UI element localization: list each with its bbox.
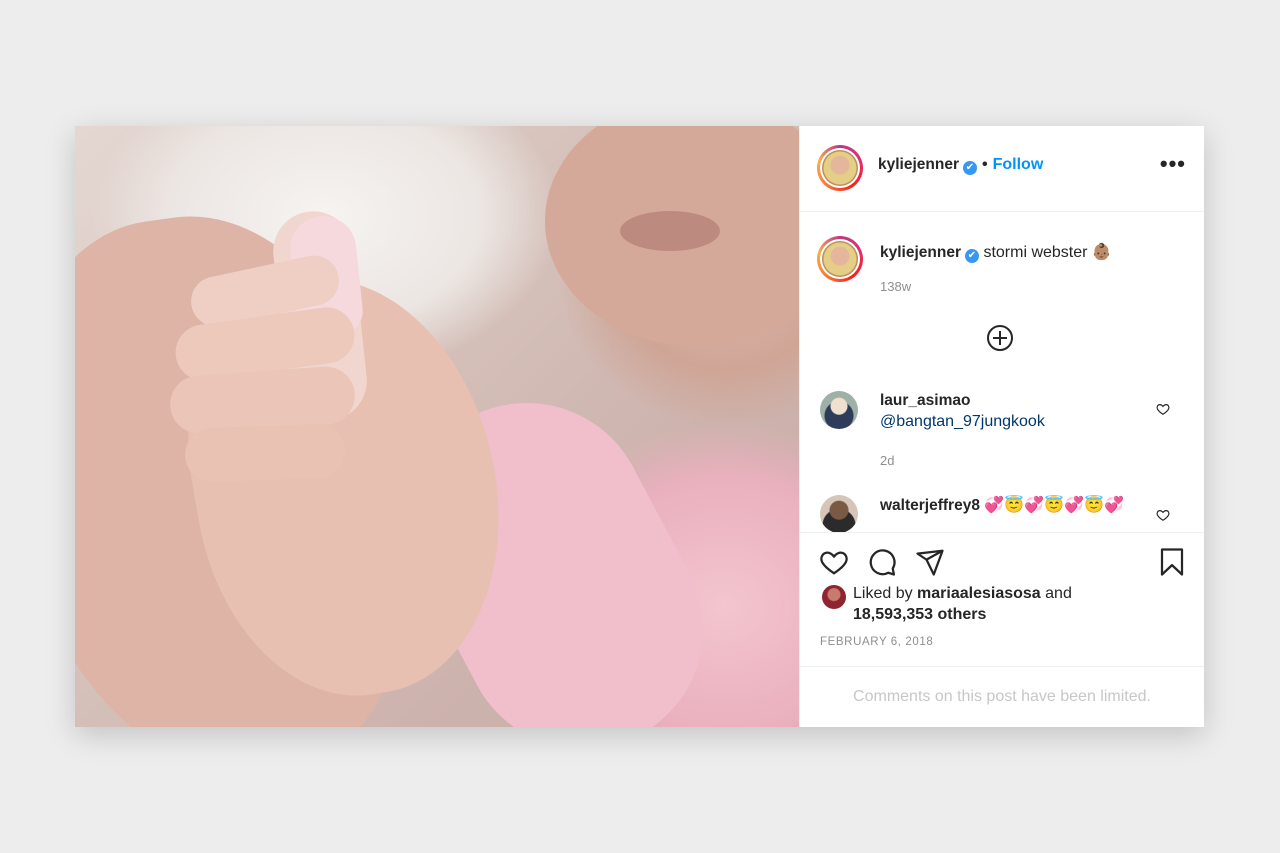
comment-icon[interactable] — [867, 547, 897, 577]
comment: laur_asimao @bangtan_97jungkook — [880, 390, 1045, 432]
heart-icon[interactable] — [1156, 508, 1170, 522]
share-icon[interactable] — [915, 547, 945, 577]
comment: walterjeffrey8 💞😇💞😇💞😇💞 — [880, 495, 1124, 516]
caption-text: stormi webster 👶🏽 — [983, 244, 1112, 261]
liker-username[interactable]: mariaalesiasosa — [917, 585, 1041, 602]
bookmark-icon[interactable] — [1157, 547, 1187, 577]
comment-text: 💞😇💞😇💞😇💞 — [984, 497, 1124, 514]
likes-text: Liked by mariaalesiasosa and 18,593,353 … — [853, 583, 1072, 625]
separator-dot: • — [982, 156, 988, 173]
comment-age: 2d — [880, 453, 895, 468]
photo-finger-4 — [184, 423, 346, 483]
caption: kyliejenner ✔ stormi webster 👶🏽 — [880, 242, 1112, 263]
like-heart-icon[interactable] — [819, 547, 849, 577]
post-date[interactable]: FEBRUARY 6, 2018 — [800, 631, 1204, 667]
comments-area[interactable]: kyliejenner ✔ stormi webster 👶🏽 138w laur… — [800, 212, 1204, 533]
post-header: kyliejenner ✔ • Follow ••• — [800, 126, 1204, 212]
comment-avatar[interactable] — [820, 391, 858, 429]
author-username[interactable]: kyliejenner — [878, 156, 959, 173]
likes-count[interactable]: 18,593,353 others — [853, 606, 986, 623]
comment-username[interactable]: laur_asimao — [880, 390, 1045, 411]
author-avatar[interactable] — [817, 145, 863, 191]
verified-icon: ✔ — [963, 161, 977, 175]
likes-conj: and — [1045, 585, 1072, 602]
likes-prefix: Liked by — [853, 585, 913, 602]
comment-text[interactable]: @bangtan_97jungkook — [880, 411, 1045, 432]
verified-icon: ✔ — [965, 249, 979, 263]
likes-summary: Liked by mariaalesiasosa and 18,593,353 … — [800, 581, 1204, 631]
action-bar — [800, 533, 1204, 581]
author-line: kyliejenner ✔ • Follow — [878, 156, 1043, 175]
follow-button[interactable]: Follow — [993, 156, 1044, 173]
liker-avatar[interactable] — [822, 585, 846, 609]
post-sidebar: kyliejenner ✔ • Follow ••• kyliejenner ✔ sto… — [799, 126, 1204, 727]
avatar-image — [822, 241, 858, 277]
heart-icon[interactable] — [1156, 402, 1170, 416]
avatar-image — [822, 150, 858, 186]
comment-username[interactable]: walterjeffrey8 — [880, 497, 980, 514]
post-card: kyliejenner ✔ • Follow ••• kyliejenner ✔ sto… — [75, 126, 1204, 727]
more-icon[interactable]: ••• — [1160, 153, 1186, 175]
caption-age: 138w — [880, 279, 912, 294]
plus-circle-icon[interactable] — [987, 325, 1013, 351]
comment-avatar[interactable] — [820, 495, 858, 532]
photo-lips — [620, 211, 720, 251]
post-photo[interactable] — [75, 126, 799, 727]
caption-username[interactable]: kyliejenner — [880, 244, 961, 261]
comments-limited-notice: Comments on this post have been limited. — [853, 688, 1151, 705]
caption-avatar[interactable] — [817, 236, 863, 282]
